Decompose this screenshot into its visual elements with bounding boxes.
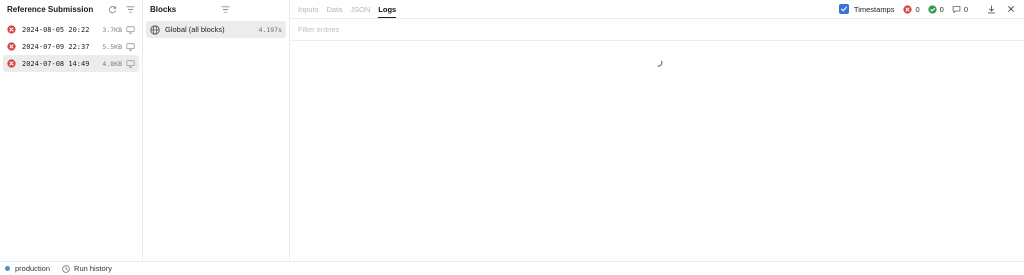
monitor-icon [126,25,135,34]
error-circle-icon [7,25,16,34]
environment-label[interactable]: production [15,264,50,273]
submission-date: 2024-08-05 20:22 [22,25,90,34]
log-toolbar: Timestamps 0 0 0 [838,0,1016,18]
app-window: Reference Submission 2024-08-05 20:22 3.… [0,0,1024,261]
filter-icon[interactable] [220,4,230,14]
run-history-link[interactable]: Run history [74,264,112,273]
clock-icon [62,264,70,273]
close-icon[interactable] [1006,4,1016,14]
monitor-icon [126,59,135,68]
check-circle-icon [928,4,937,14]
comment-icon [952,5,961,13]
filter-icon[interactable] [125,4,135,14]
details-header: Inputs Data JSON Logs Timestamps 0 0 0 [290,0,1024,19]
submissions-list: 2024-08-05 20:22 3.7KB 2024-07-09 22:37 … [0,18,142,72]
tab-inputs[interactable]: Inputs [298,5,318,18]
block-row-global[interactable]: Global (all blocks) 4.197s [146,21,286,38]
filter-entries-input[interactable] [298,23,598,35]
submissions-panel: Reference Submission 2024-08-05 20:22 3.… [0,0,143,261]
submission-row-selected[interactable]: 2024-07-08 14:49 4.8KB [3,55,139,72]
submissions-header: Reference Submission [0,0,142,18]
globe-icon [150,24,160,35]
submission-date: 2024-07-09 22:37 [22,42,90,51]
error-circle-icon [903,4,913,14]
submission-date: 2024-07-08 14:49 [22,59,90,68]
timestamps-checkbox[interactable] [838,4,849,14]
status-bar: production Run history [0,261,1024,275]
tab-json[interactable]: JSON [350,5,370,18]
block-duration: 4.197s [258,25,282,34]
block-label: Global (all blocks) [165,25,225,34]
message-count: 0 [963,4,968,14]
error-circle-icon [7,59,16,68]
blocks-title: Blocks [150,4,177,14]
submissions-title: Reference Submission [7,4,94,14]
download-icon[interactable] [986,4,996,14]
check-icon [840,6,847,12]
message-counter[interactable]: 0 [952,5,968,14]
tab-logs[interactable]: Logs [378,5,397,18]
timestamps-label[interactable]: Timestamps [854,5,895,14]
blocks-list: Global (all blocks) 4.197s [143,18,289,38]
submission-size: 5.5KB [102,42,122,51]
success-count: 0 [939,4,944,14]
success-counter[interactable]: 0 [928,5,944,14]
filter-divider [290,40,1024,41]
submission-size: 3.7KB [102,25,122,34]
error-circle-icon [7,42,16,51]
spinner-icon [657,60,663,67]
blocks-panel: Blocks Global (all blocks) 4.197s [143,0,290,261]
error-counter[interactable]: 0 [903,4,920,14]
blocks-header: Blocks [143,0,289,18]
submission-size: 4.8KB [102,59,122,68]
refresh-icon[interactable] [107,4,117,14]
submission-row[interactable]: 2024-08-05 20:22 3.7KB [3,21,139,38]
error-count: 0 [915,4,920,14]
details-panel: Inputs Data JSON Logs Timestamps 0 0 0 F… [290,0,1024,261]
monitor-icon [126,42,135,51]
submission-row[interactable]: 2024-07-09 22:37 5.5KB [3,38,139,55]
tab-data[interactable]: Data [326,5,342,18]
environment-status-dot [5,266,10,271]
